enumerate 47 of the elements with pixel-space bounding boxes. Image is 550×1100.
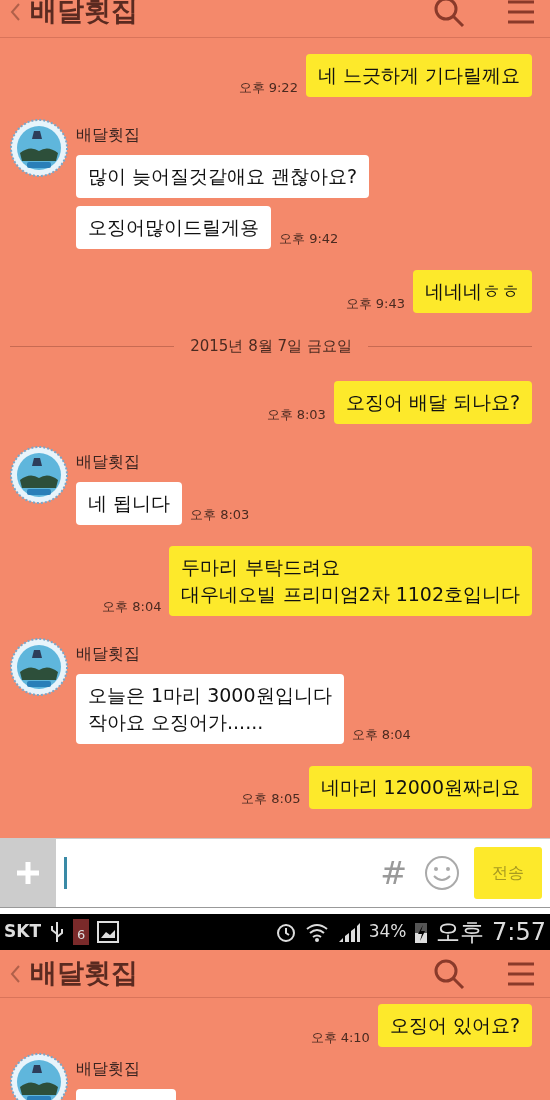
avatar <box>10 638 68 697</box>
menu-icon[interactable] <box>506 0 536 25</box>
hashtag-button[interactable]: # <box>379 839 408 907</box>
alarm-icon <box>274 921 297 943</box>
avatar <box>10 118 68 177</box>
message-time: 오후 9:42 <box>279 230 339 249</box>
battery-icon <box>414 920 429 944</box>
wifi-icon <box>304 921 329 943</box>
search-icon[interactable] <box>432 0 466 29</box>
date-divider: 2015년 8월 7일 금요일 <box>190 335 352 357</box>
send-button[interactable]: 전송 <box>474 847 542 899</box>
notification-badge: 6 <box>73 919 90 945</box>
message-bubble: 네네네ㅎㅎ <box>413 270 532 314</box>
message-time: 오후 9:22 <box>238 78 298 97</box>
message-bubble: 오징어 배달 되나요? <box>333 381 532 425</box>
sender-name: 배달횟집 <box>76 643 141 666</box>
message-time: 오후 8:04 <box>102 597 162 616</box>
message-bubble: 오징어많이드릴게용 <box>76 205 271 249</box>
plus-icon <box>15 860 41 886</box>
message-bubble: 많이 늦어질것같애요 괜찮아요? <box>76 154 370 198</box>
message-bubble: 오늘은 1마리 3000원입니다 작아요 오징어가...... <box>76 674 344 745</box>
message-bubble: 네 됩니다 <box>76 481 183 525</box>
avatar <box>10 445 68 504</box>
sender-name: 배달횟집 <box>76 1058 141 1081</box>
menu-icon[interactable] <box>506 960 536 987</box>
message-bubble: 네마리 12000원짜리요 <box>308 765 532 809</box>
chat-title: 배달횟집 <box>30 956 139 991</box>
emoji-icon[interactable] <box>424 855 460 891</box>
sender-name: 배달횟집 <box>76 123 141 146</box>
message-bubble: 오징어 있어요? <box>377 1004 532 1047</box>
image-icon <box>97 921 120 943</box>
status-time: 오후 7:57 <box>436 917 546 948</box>
chat-title: 배달횟집 <box>30 0 139 29</box>
add-button[interactable] <box>0 839 56 907</box>
message-time: 오후 8:05 <box>241 790 301 809</box>
message-time: 오후 8:04 <box>351 725 411 744</box>
message-time: 오후 4:10 <box>310 1028 370 1047</box>
battery-percent: 34% <box>368 920 407 944</box>
message-time: 오후 9:43 <box>345 294 405 313</box>
usb-icon <box>49 920 65 944</box>
message-bubble: 네 느긋하게 기다릴께요 <box>305 54 532 97</box>
message-time: 오후 8:03 <box>190 506 250 525</box>
message-bubble: 두마리 부탁드려요 대우네오빌 프리미엄2차 1102호입니다 <box>169 546 532 617</box>
avatar <box>10 1053 68 1100</box>
sender-name: 배달횟집 <box>76 450 141 473</box>
message-time: 오후 8:03 <box>266 405 326 424</box>
carrier-name: SKT <box>4 920 41 944</box>
